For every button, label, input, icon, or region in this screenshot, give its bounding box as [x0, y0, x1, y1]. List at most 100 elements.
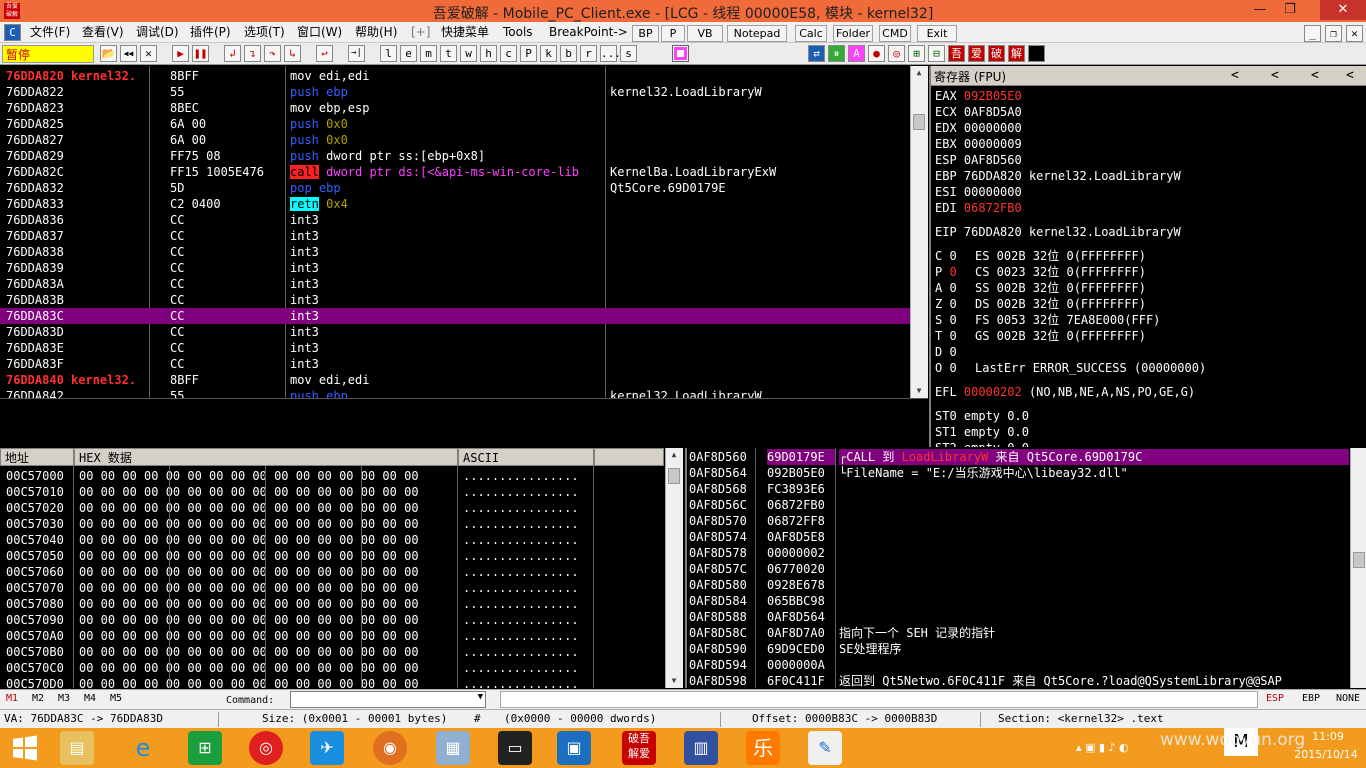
stack-row[interactable]: 0AF8D574 0AF8D5E8 [687, 529, 1349, 545]
flag-row[interactable]: A 0 SS 002B 32位 0(FFFFFFFF) [935, 280, 1146, 296]
grid2-icon[interactable]: ⊟ [928, 45, 945, 62]
reg-nav-left4-icon[interactable]: < [1346, 68, 1354, 83]
firefox-icon[interactable]: ◉ [373, 731, 407, 765]
clock-date[interactable]: 2015/10/14 [1290, 748, 1362, 761]
fpu-register[interactable]: ST0 empty 0.0 [935, 408, 1029, 424]
stack-row[interactable]: 0AF8D584 065BBC98 [687, 593, 1349, 609]
cmd-icon[interactable]: ▭ [498, 731, 532, 765]
handles-window-button[interactable]: h [480, 45, 497, 62]
netease-music-icon[interactable]: ◎ [249, 731, 283, 765]
dump-row[interactable]: 00C57010 00 00 00 00 00 00 00 00 00 00 00… [0, 484, 664, 500]
stack-row[interactable]: 0AF8D588 0AF8D564 [687, 609, 1349, 625]
pause-icon[interactable]: ❚❚ [192, 45, 209, 62]
register-ebx[interactable]: EBX 00000009 [935, 136, 1029, 152]
stack-row[interactable]: 0AF8D57C 06770020 [687, 561, 1349, 577]
runtrace-window-button[interactable]: ... [600, 45, 621, 62]
fpu-register[interactable]: ST2 empty 0.0 [935, 440, 1029, 447]
dump-row[interactable]: 00C570D0 00 00 00 00 00 00 00 00 00 00 00… [0, 676, 664, 688]
flag-row[interactable]: S 0 FS 0053 32位 7EA8E000(FFF) [935, 312, 1160, 328]
disasm-row[interactable]: 76DDA82C FF15 1005E476 call dword ptr ds:[… [0, 164, 910, 180]
internet-explorer-icon[interactable]: e [126, 731, 160, 765]
file-explorer-icon[interactable]: ▤ [60, 731, 94, 765]
open-icon[interactable]: 📂 [100, 45, 117, 62]
flag-row[interactable]: P 0 CS 0023 32位 0(FFFFFFFF) [935, 264, 1146, 280]
po-icon[interactable]: 破 [988, 45, 1005, 62]
menu-help[interactable]: 帮助(H) [355, 24, 397, 41]
wu-icon[interactable]: 吾 [948, 45, 965, 62]
child-window-icon[interactable]: C [4, 24, 21, 41]
stack-row[interactable]: 0AF8D570 06872FF8 [687, 513, 1349, 529]
disasm-row[interactable]: 76DDA823 8BEC mov ebp,esp [0, 100, 910, 116]
dump-row[interactable]: 00C57000 00 00 00 00 00 00 00 00 00 00 00… [0, 468, 664, 484]
child-minimize-button[interactable]: _ [1304, 25, 1321, 42]
disasm-row[interactable]: 76DDA822 55 push ebp kernel32.LoadLibraryW [0, 84, 910, 100]
disasm-row[interactable]: 76DDA839 CC int3 [0, 260, 910, 276]
stack-row[interactable]: 0AF8D568 FC3893E6 [687, 481, 1349, 497]
disasm-row[interactable]: 76DDA825 6A 00 push 0x0 [0, 116, 910, 132]
dump-row[interactable]: 00C570B0 00 00 00 00 00 00 00 00 00 00 00… [0, 644, 664, 660]
dangle-icon[interactable]: 乐 [746, 731, 780, 765]
disassembly-scrollbar[interactable]: ▲ ▼ [910, 66, 928, 398]
calc-button[interactable]: Calc [795, 25, 827, 42]
stack-panel[interactable]: 0AF8D560 69D0179E ┌CALL 到 LoadLibraryW 来自 … [685, 448, 1366, 688]
exit-button[interactable]: Exit [917, 25, 957, 42]
minimize-button[interactable]: — [1246, 0, 1274, 20]
tray-icons[interactable]: ▣ ▮ ♪ ◐ [1085, 741, 1129, 754]
close-button[interactable]: ✕ [1320, 0, 1366, 20]
start-button[interactable] [6, 731, 44, 765]
tab-ebp[interactable]: EBP [1302, 693, 1320, 704]
step-into-icon[interactable]: ↲ [224, 45, 241, 62]
stack-row[interactable]: 0AF8D564 092B05E0 └FileName = "E:/当乐游戏中心\l… [687, 465, 1349, 481]
dump-header-hex[interactable]: HEX 数据 [74, 448, 458, 466]
bp-button[interactable]: BP [632, 25, 659, 42]
52pojie-icon[interactable]: 破吾 解爱 [622, 731, 656, 765]
menu-view[interactable]: 查看(V) [82, 24, 124, 41]
disassembly-panel[interactable]: 76DDA820 kernel32. 8BFF mov edi,edi 76DDA82… [0, 66, 928, 398]
jie-icon[interactable]: 解 [1008, 45, 1025, 62]
dump-row[interactable]: 00C570C0 00 00 00 00 00 00 00 00 00 00 00… [0, 660, 664, 676]
register-esp[interactable]: ESP 0AF8D560 [935, 152, 1029, 168]
menu-options[interactable]: 选项(T) [244, 24, 285, 41]
pause-green-icon[interactable]: ⏸ [828, 45, 845, 62]
trace-over-icon[interactable]: ↳ [284, 45, 301, 62]
stack-row[interactable]: 0AF8D590 69D9CED0 SE处理程序 [687, 641, 1349, 657]
command-input[interactable]: ▼ [290, 691, 486, 708]
book-icon[interactable]: ▥ [684, 731, 718, 765]
black-square-icon[interactable]: ■ [1028, 45, 1045, 62]
tab-m4[interactable]: M4 [84, 693, 96, 704]
folder-button[interactable]: Folder [833, 25, 873, 42]
dump-row[interactable]: 00C570A0 00 00 00 00 00 00 00 00 00 00 00… [0, 628, 664, 644]
vb-button[interactable]: VB [687, 25, 723, 42]
ai-icon[interactable]: 爱 [968, 45, 985, 62]
register-esi[interactable]: ESI 00000000 [935, 184, 1029, 200]
disasm-row[interactable]: 76DDA83C CC int3 [0, 308, 910, 324]
disasm-row[interactable]: 76DDA838 CC int3 [0, 244, 910, 260]
modules-window-button[interactable]: e [400, 45, 417, 62]
windows-window-button[interactable]: w [460, 45, 477, 62]
register-efl[interactable]: EFL 00000202 (NO,NB,NE,A,NS,PO,GE,G) [935, 384, 1195, 400]
bird-app-icon[interactable]: ✈ [310, 731, 344, 765]
menu-tools[interactable]: Tools [503, 24, 533, 41]
reg-nav-left2-icon[interactable]: < [1271, 68, 1279, 83]
chevron-down-icon[interactable]: ▼ [478, 692, 483, 702]
a-icon[interactable]: A [848, 45, 865, 62]
stack-row[interactable]: 0AF8D58C 0AF8D7A0 指向下一个 SEH 记录的指针 [687, 625, 1349, 641]
notepad-button[interactable]: Notepad [727, 25, 787, 42]
stack-row[interactable]: 0AF8D598 6F0C411F 返回到 Qt5Netwo.6F0C411F 来自… [687, 673, 1349, 688]
disasm-row[interactable]: 76DDA829 FF75 08 push dword ptr ss:[ebp+0x… [0, 148, 910, 164]
disasm-row[interactable]: 76DDA827 6A 00 push 0x0 [0, 132, 910, 148]
flag-row[interactable]: T 0 GS 002B 32位 0(FFFFFFFF) [935, 328, 1146, 344]
disasm-row[interactable]: 76DDA820 kernel32. 8BFF mov edi,edi [0, 68, 910, 84]
close-process-icon[interactable]: ✕ [140, 45, 157, 62]
stack-row[interactable]: 0AF8D594 0000000A [687, 657, 1349, 673]
tab-m3[interactable]: M3 [58, 693, 70, 704]
flag-row[interactable]: D 0 [935, 344, 957, 360]
callstack-window-button[interactable]: k [540, 45, 557, 62]
disasm-row[interactable]: 76DDA837 CC int3 [0, 228, 910, 244]
patches-window-button[interactable]: P [520, 45, 537, 62]
menu-window[interactable]: 窗口(W) [297, 24, 342, 41]
disasm-row[interactable]: 76DDA833 C2 0400 retn 0x4 [0, 196, 910, 212]
source-window-button[interactable]: s [620, 45, 637, 62]
tray-up-icon[interactable]: ▴ [1076, 741, 1085, 754]
register-ecx[interactable]: ECX 0AF8D5A0 [935, 104, 1029, 120]
